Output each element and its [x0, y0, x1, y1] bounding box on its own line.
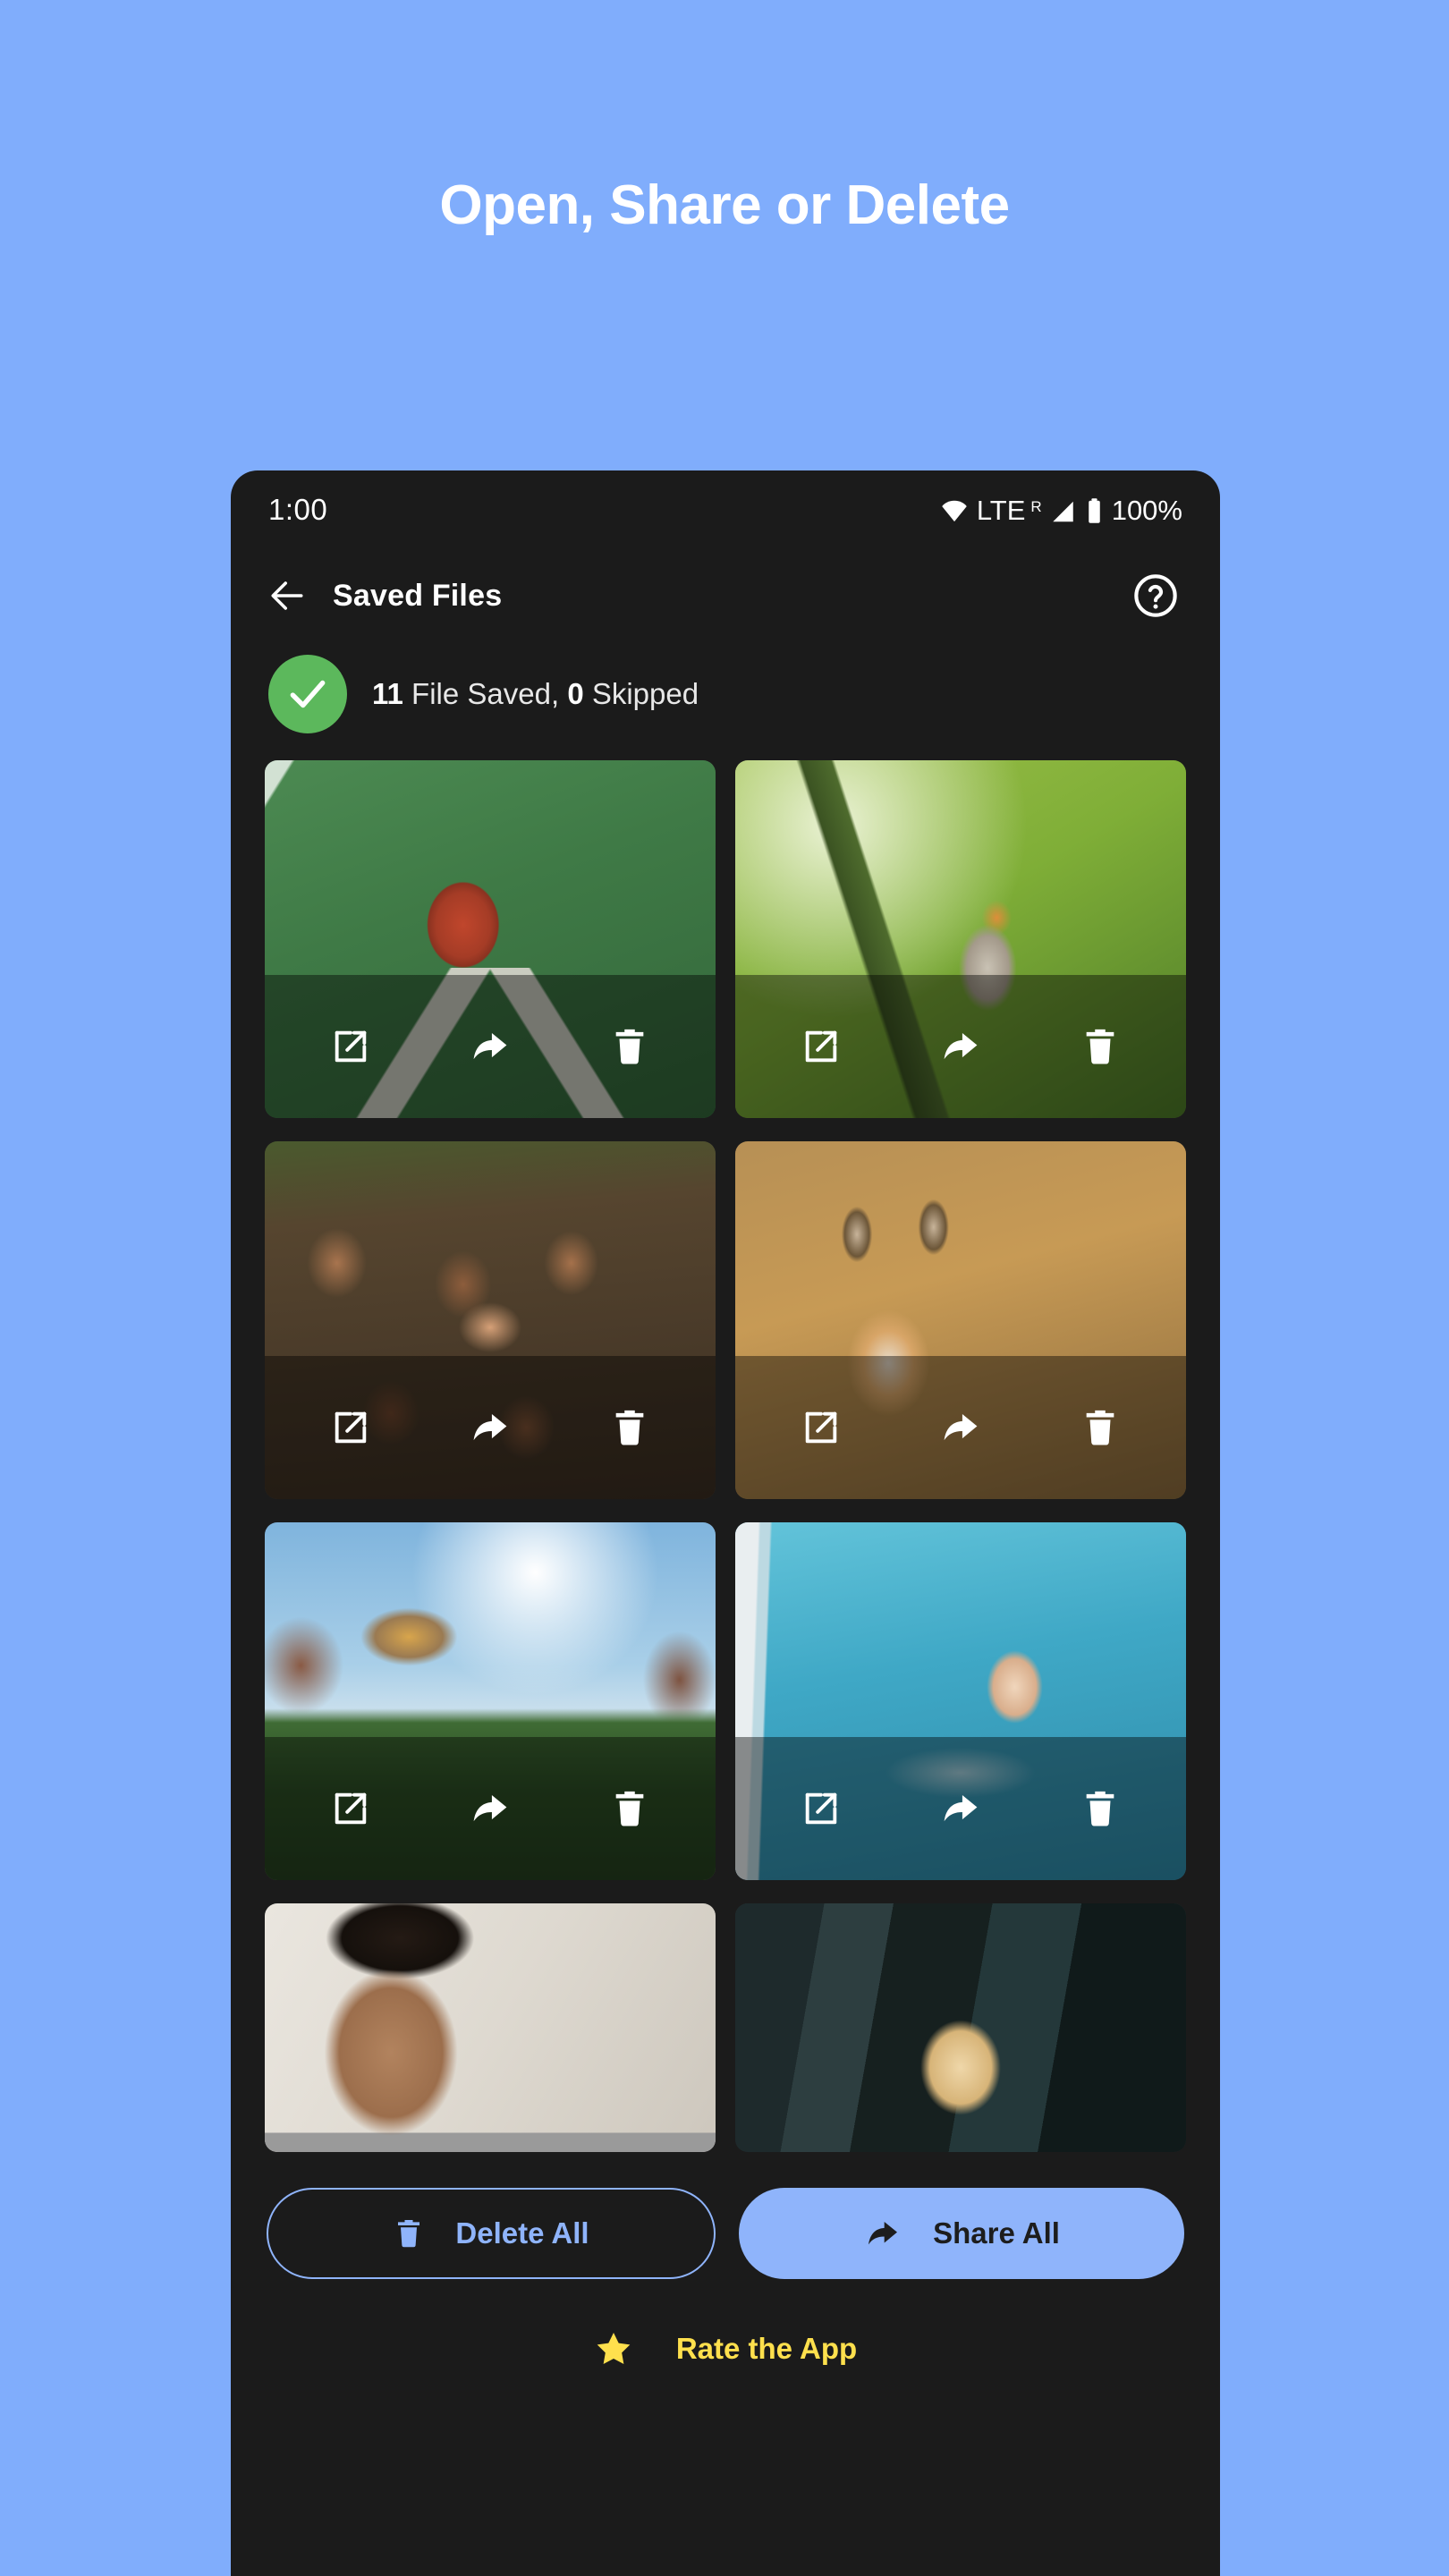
tile-action-bar [265, 1737, 716, 1880]
open-external-icon[interactable] [330, 1026, 371, 1067]
delete-all-label: Delete All [455, 2216, 589, 2250]
battery-percent-label: 100% [1111, 494, 1182, 526]
share-all-label: Share All [933, 2216, 1060, 2250]
saved-files-grid [231, 760, 1220, 2152]
tile-action-bar [735, 975, 1186, 1118]
trash-icon[interactable] [1080, 1026, 1121, 1067]
file-tile-robin-bird-on-branch[interactable] [735, 760, 1186, 1118]
open-external-icon[interactable] [330, 1788, 371, 1829]
network-type-label: LTE [976, 494, 1026, 526]
bulk-action-row: Delete All Share All [231, 2152, 1220, 2279]
signal-icon [1052, 501, 1073, 521]
share-icon[interactable] [470, 1026, 511, 1067]
back-arrow-icon[interactable] [268, 577, 306, 614]
trash-icon[interactable] [609, 1407, 650, 1448]
open-external-icon[interactable] [801, 1026, 842, 1067]
status-bar: 1:00 LTE R 100% [231, 470, 1220, 549]
saved-count: 11 [372, 677, 403, 710]
status-time: 1:00 [268, 493, 328, 526]
trash-icon[interactable] [1080, 1788, 1121, 1829]
share-icon[interactable] [470, 1788, 511, 1829]
skipped-label: Skipped [583, 677, 699, 710]
tile-action-bar [735, 1737, 1186, 1880]
rate-the-app-button[interactable]: Rate the App [231, 2279, 1220, 2368]
tile-action-bar [735, 1356, 1186, 1499]
page-title: Saved Files [333, 578, 503, 613]
rate-the-app-label: Rate the App [675, 2332, 858, 2365]
share-icon[interactable] [470, 1407, 511, 1448]
save-summary-row: 11 File Saved, 0 Skipped [231, 642, 1220, 760]
delete-all-button[interactable]: Delete All [267, 2188, 716, 2279]
share-all-button[interactable]: Share All [739, 2188, 1184, 2279]
trash-icon [398, 2220, 420, 2248]
trash-icon[interactable] [1080, 1407, 1121, 1448]
tile-action-bar [265, 975, 716, 1118]
file-tile-basketball-on-green-court[interactable] [265, 760, 716, 1118]
saved-label: File Saved, [402, 677, 568, 710]
file-thumbnail-man-portrait [265, 1903, 716, 2152]
app-bar: Saved Files [231, 549, 1220, 642]
save-summary-text: 11 File Saved, 0 Skipped [372, 677, 699, 711]
wifi-icon [942, 500, 967, 521]
file-tile-canyon-mountain-landscape[interactable] [265, 1522, 716, 1880]
star-icon [597, 2333, 631, 2365]
file-thumbnail-golden-retriever-dog [735, 1903, 1186, 2152]
share-icon [869, 2222, 898, 2245]
file-tile-swimmer-in-pool[interactable] [735, 1522, 1186, 1880]
open-external-icon[interactable] [801, 1788, 842, 1829]
check-circle-icon [268, 655, 347, 733]
share-icon[interactable] [940, 1407, 981, 1448]
promo-headline: Open, Share or Delete [439, 174, 1010, 236]
roaming-indicator: R [1030, 497, 1042, 515]
file-tile-group-of-children-smiling[interactable] [265, 1141, 716, 1499]
file-tile-red-fox-in-grass[interactable] [735, 1141, 1186, 1499]
open-external-icon[interactable] [330, 1407, 371, 1448]
open-external-icon[interactable] [801, 1407, 842, 1448]
file-tile-golden-retriever-dog[interactable] [735, 1903, 1186, 2152]
trash-icon[interactable] [609, 1026, 650, 1067]
file-tile-man-portrait[interactable] [265, 1903, 716, 2152]
tile-action-bar [265, 1356, 716, 1499]
trash-icon[interactable] [609, 1788, 650, 1829]
battery-icon [1088, 497, 1100, 523]
phone-mockup: 1:00 LTE R 100% Saved Files 11 File Save… [231, 470, 1220, 2576]
share-icon[interactable] [940, 1026, 981, 1067]
help-circle-icon[interactable] [1132, 572, 1179, 619]
skipped-count: 0 [567, 677, 584, 710]
share-icon[interactable] [940, 1788, 981, 1829]
